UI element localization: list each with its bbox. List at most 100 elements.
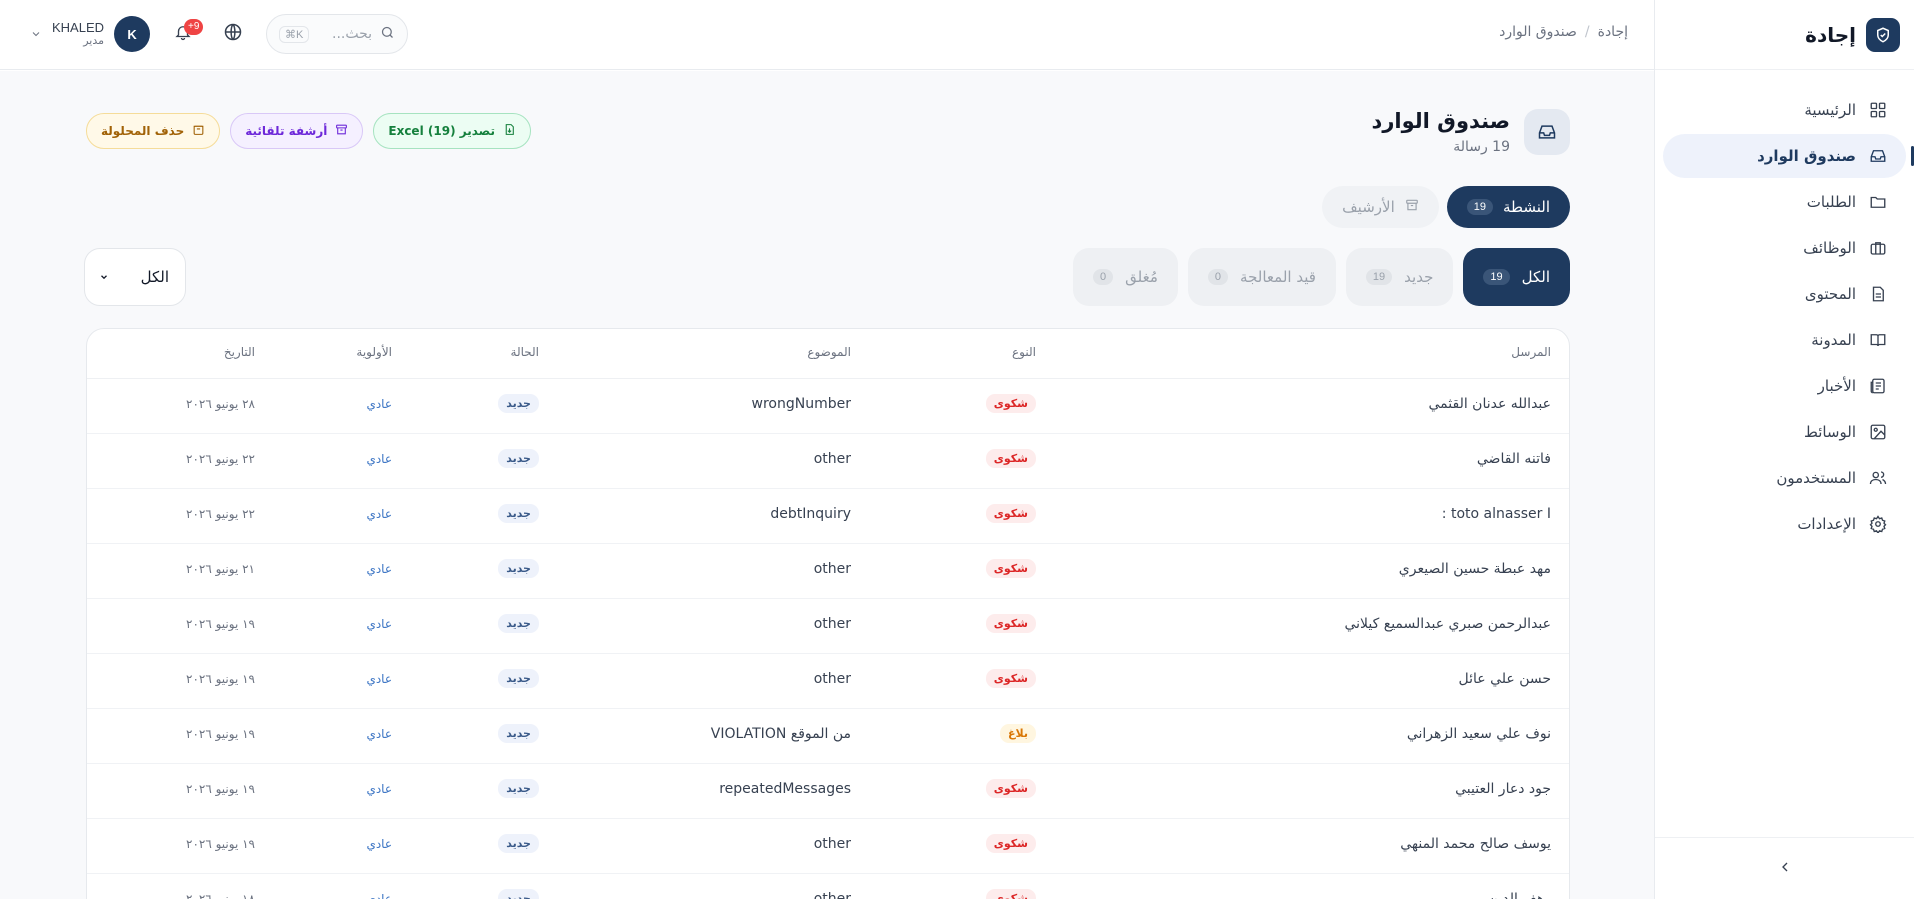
sidebar-item-requests[interactable]: الطلبات xyxy=(1663,180,1906,224)
cell-sender: مهد عبطة حسين الصيعري xyxy=(1398,561,1551,577)
filter-label: قيد المعالجة xyxy=(1240,268,1316,286)
document-icon xyxy=(1868,284,1888,304)
cell-sender: جود دعار العتيبي xyxy=(1455,781,1551,797)
table-row[interactable]: يوسف صالح محمد المنهي شكوى other جديد عادي ١٩… xyxy=(87,819,1569,874)
cell-type: شكوى xyxy=(985,779,1036,798)
page-subtitle: 19 رسالة xyxy=(1453,139,1510,155)
cell-type: شكوى xyxy=(985,614,1036,633)
newspaper-icon xyxy=(1868,376,1888,396)
cell-type: شكوى xyxy=(985,669,1036,688)
status-badge: جديد xyxy=(498,394,539,413)
search-input[interactable]: بحث... ⌘K xyxy=(266,14,409,54)
table-row[interactable]: toto alnasser I : شكوى debtInquiry جديد عادي… xyxy=(87,489,1569,544)
cell-type: شكوى xyxy=(985,889,1036,899)
users-icon xyxy=(1868,468,1888,488)
cell-subject: other xyxy=(813,561,851,577)
filter-new[interactable]: جديد 19 xyxy=(1345,248,1454,306)
header-sender: المرسل xyxy=(1511,345,1551,359)
cell-sender: رهف الدين xyxy=(1487,891,1551,899)
book-icon xyxy=(1868,330,1888,350)
sidebar-item-blog[interactable]: المدونة xyxy=(1663,318,1906,362)
inbox-icon xyxy=(1868,146,1888,166)
sidebar-item-label: المحتوى xyxy=(1804,285,1856,303)
export-excel-button[interactable]: تصدير (19) Excel xyxy=(373,113,531,149)
sidebar-nav: الرئيسية صندوق الوارد الطلبات الوظائف ال… xyxy=(1655,70,1914,546)
breadcrumb-home[interactable]: إجادة xyxy=(1598,24,1628,40)
table-row[interactable]: جود دعار العتيبي شكوى repeatedMessages جديد… xyxy=(87,764,1569,819)
cell-priority: عادي xyxy=(366,397,392,411)
cell-date: ١٨ يونيو ٢٠٢٦ xyxy=(186,892,255,899)
filter-label: مُغلق xyxy=(1125,268,1158,286)
cell-type: شكوى xyxy=(985,559,1036,578)
filter-all[interactable]: الكل 19 xyxy=(1463,248,1570,306)
search-icon xyxy=(380,25,395,44)
collapse-sidebar-icon[interactable] xyxy=(1777,859,1793,879)
cell-status: جديد xyxy=(498,724,539,743)
brand-name: إجادة xyxy=(1805,22,1856,47)
sidebar-item-inbox[interactable]: صندوق الوارد xyxy=(1663,134,1914,178)
filter-count: 0 xyxy=(1093,269,1114,285)
user-role: مدير xyxy=(83,34,105,48)
filter-count: 19 xyxy=(1365,269,1393,285)
auto-archive-button[interactable]: أرشفة تلقائية xyxy=(230,113,364,149)
status-badge: جديد xyxy=(498,614,539,633)
cell-subject: other xyxy=(813,891,851,899)
cell-sender: toto alnasser I : xyxy=(1441,506,1551,522)
notifications-button[interactable]: +9 xyxy=(166,17,204,51)
cell-sender: عبدالله عدنان القثمي xyxy=(1428,396,1552,412)
cell-subject: other xyxy=(813,671,851,687)
header-type: النوع xyxy=(1012,345,1036,359)
user-menu[interactable]: KHALED مدير K xyxy=(30,16,151,52)
status-badge: جديد xyxy=(498,559,539,578)
tab-active[interactable]: النشطة 19 xyxy=(1446,186,1570,228)
table-row[interactable]: مهد عبطة حسين الصيعري شكوى other جديد عادي ٢١… xyxy=(87,544,1569,599)
view-toggle: النشطة 19 الأرشيف xyxy=(1322,186,1570,228)
filter-label: جديد xyxy=(1404,268,1434,286)
sidebar-item-home[interactable]: الرئيسية xyxy=(1663,88,1906,132)
type-badge: شكوى xyxy=(985,614,1036,633)
table-row[interactable]: رهف الدين شكوى other جديد عادي ١٨ يونيو ٢٠٢٦ xyxy=(87,874,1569,899)
sidebar-item-label: الأخبار xyxy=(1817,377,1856,395)
cell-sender: نوف علي سعيد الزهراني xyxy=(1406,726,1551,742)
table-row[interactable]: عبدالرحمن صبري عبدالسميع كيلاني شكوى other… xyxy=(87,599,1569,654)
header-subject: الموضوع xyxy=(807,345,851,359)
cell-sender: يوسف صالح محمد المنهي xyxy=(1400,836,1551,852)
filter-count: 0 xyxy=(1207,269,1229,285)
type-badge: شكوى xyxy=(985,394,1036,413)
cell-subject: VIOLATION من الموقع xyxy=(710,726,851,742)
cell-status: جديد xyxy=(498,889,539,899)
type-select[interactable]: الكل xyxy=(84,248,186,306)
table-row[interactable]: عبدالله عدنان القثمي شكوى wrongNumber جديد ع… xyxy=(87,379,1569,434)
brand[interactable]: إجادة xyxy=(1655,0,1914,70)
messages-table: المرسل النوع الموضوع الحالة الأولوية الت… xyxy=(86,328,1570,899)
cell-date: ١٩ يونيو ٢٠٢٦ xyxy=(186,672,255,686)
main-content: صندوق الوارد 19 رسالة حذف المحلولة أرشفة… xyxy=(0,71,1654,899)
shield-logo-icon xyxy=(1866,17,1900,52)
cell-sender: عبدالرحمن صبري عبدالسميع كيلاني xyxy=(1344,616,1551,632)
cell-priority: عادي xyxy=(366,892,392,899)
file-export-icon xyxy=(503,123,516,139)
delete-resolved-button[interactable]: حذف المحلولة xyxy=(86,113,221,149)
sidebar-item-news[interactable]: الأخبار xyxy=(1663,364,1906,408)
gear-icon xyxy=(1868,514,1888,534)
cell-status: جديد xyxy=(498,559,539,578)
language-button[interactable] xyxy=(216,17,250,51)
filter-closed[interactable]: مُغلق 0 xyxy=(1073,248,1178,306)
table-row[interactable]: نوف علي سعيد الزهراني بلاغ VIOLATION من ال… xyxy=(87,709,1569,764)
sidebar-item-settings[interactable]: الإعدادات xyxy=(1663,502,1906,546)
type-badge: شكوى xyxy=(985,449,1036,468)
sidebar-item-content[interactable]: المحتوى xyxy=(1663,272,1906,316)
page-header: صندوق الوارد 19 رسالة حذف المحلولة أرشفة… xyxy=(86,109,1570,169)
sidebar-item-jobs[interactable]: الوظائف xyxy=(1663,226,1906,270)
sidebar-item-users[interactable]: المستخدمون xyxy=(1663,456,1906,500)
archive-icon xyxy=(1405,198,1419,216)
breadcrumb-current: صندوق الوارد xyxy=(1499,24,1577,40)
sidebar-item-media[interactable]: الوسائط xyxy=(1663,410,1906,454)
filter-in-progress[interactable]: قيد المعالجة 0 xyxy=(1187,248,1336,306)
tab-archive[interactable]: الأرشيف xyxy=(1322,186,1439,228)
table-row[interactable]: فاتنه القاضي شكوى other جديد عادي ٢٢ يونيو ٢٠… xyxy=(87,434,1569,489)
sidebar-footer xyxy=(1655,837,1914,899)
chevron-down-icon xyxy=(99,268,109,286)
table-row[interactable]: حسن علي عائل شكوى other جديد عادي ١٩ يونيو ٢٠… xyxy=(87,654,1569,709)
dashboard-icon xyxy=(1868,100,1888,120)
